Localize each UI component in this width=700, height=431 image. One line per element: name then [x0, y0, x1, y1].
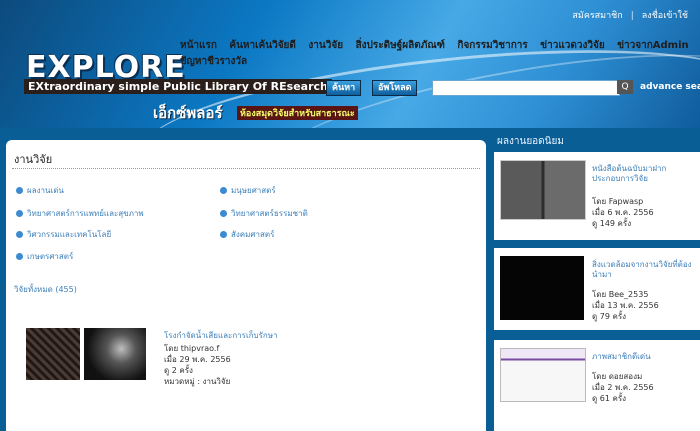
research-thumbnail[interactable]: [84, 328, 146, 380]
nav-research-news[interactable]: ข่าวแวดวงวิจัย: [540, 38, 604, 54]
login-link[interactable]: ลงชื่อเข้าใช้: [642, 11, 688, 21]
research-panel: งานวิจัย ผลงานเด่น วิทยาศาสตร์การแพทย์แล…: [6, 140, 486, 431]
panel-divider: [12, 168, 480, 169]
register-link[interactable]: สมัครสมาชิก: [572, 11, 622, 21]
search-go-icon[interactable]: Q: [617, 80, 633, 94]
popular-thumbnail[interactable]: [500, 348, 586, 402]
bullet-icon: [16, 210, 23, 217]
upload-button[interactable]: อัพโหลด: [372, 80, 418, 96]
popular-title[interactable]: ภาพสมาชิกดีเด่น: [592, 352, 696, 362]
popular-card[interactable]: ภาพสมาชิกดีเด่น โดย ดอยสองม เมื่อ 2 พ.ค.…: [494, 340, 700, 431]
divider: |: [630, 11, 634, 21]
site-thai-subtitle: ห้องสมุดวิจัยสำหรับสาธารณะ: [237, 106, 358, 120]
panel-title: งานวิจัย: [14, 153, 53, 166]
nav-admin-news[interactable]: ข่าวจากAdmin: [617, 38, 688, 54]
popular-thumbnail[interactable]: [500, 256, 584, 320]
bullet-icon: [220, 210, 227, 217]
category-label: มนุษยศาสตร์: [231, 186, 276, 195]
research-item-title[interactable]: โรงกำจัดน้ำเสียและการเก็บรักษา: [164, 329, 278, 342]
category-link[interactable]: สังคมศาสตร์: [220, 228, 274, 241]
category-label: เกษตรศาสตร์: [27, 252, 74, 261]
nav-research[interactable]: งานวิจัย: [308, 38, 343, 54]
category-link[interactable]: วิศวกรรมและเทคโนโลยี: [16, 228, 111, 241]
bullet-icon: [16, 187, 23, 194]
search-button[interactable]: ค้นหา: [326, 80, 362, 96]
popular-views: ดู 79 ครั้ง: [592, 312, 627, 321]
search-input[interactable]: [432, 80, 620, 96]
advance-search-link[interactable]: advance search: [640, 82, 700, 92]
site-tagline: EXtraordinary simple Public Library Of R…: [24, 79, 332, 94]
bullet-icon: [16, 253, 23, 260]
site-thai-logo: เอ็กซ์พลอร์: [153, 104, 223, 122]
popular-card[interactable]: หนังสือต้นฉบับมาฝาก ประกอบการวิจัย โดย F…: [494, 152, 700, 240]
bullet-icon: [16, 231, 23, 238]
nav-home[interactable]: หน้าแรก: [180, 38, 217, 54]
top-links: สมัครสมาชิก | ลงชื่อเข้าใช้: [564, 8, 688, 22]
category-label: วิทยาศาสตร์การแพทย์และสุขภาพ: [27, 209, 144, 218]
category-link[interactable]: วิทยาศาสตร์การแพทย์และสุขภาพ: [16, 207, 144, 220]
category-link[interactable]: มนุษยศาสตร์: [220, 184, 276, 197]
nav-activities[interactable]: กิจกรรมวิชาการ: [457, 38, 527, 54]
category-label: ผลงานเด่น: [27, 186, 64, 195]
popular-views: ดู 149 ครั้ง: [592, 219, 632, 228]
research-count: วิจัยทั้งหมด (455): [14, 285, 77, 294]
nav-awards[interactable]: ปัญหาชีวรางวัล: [180, 54, 247, 70]
research-item-category: หมวดหมู่ : งานวิจัย: [164, 377, 231, 386]
site-header: สมัครสมาชิก | ลงชื่อเข้าใช้ EXPLORE EXtrao…: [0, 0, 700, 128]
category-link[interactable]: ผลงานเด่น: [16, 184, 64, 197]
popular-views: ดู 61 ครั้ง: [592, 394, 627, 403]
main-nav: หน้าแรก ค้นหาเค้นวิจัยดี งานวิจัย สิ่งปร…: [180, 38, 700, 70]
popular-title[interactable]: หนังสือต้นฉบับมาฝาก ประกอบการวิจัย: [592, 164, 696, 184]
popular-heading: ผลงานยอดนิยม: [497, 136, 564, 147]
category-link[interactable]: เกษตรศาสตร์: [16, 250, 73, 263]
popular-thumbnail[interactable]: [500, 160, 586, 220]
bullet-icon: [220, 187, 227, 194]
category-link[interactable]: วิทยาศาสตร์ธรรมชาติ: [220, 207, 308, 220]
nav-inventions[interactable]: สิ่งประดิษฐ์ผลิตภัณฑ์: [356, 38, 445, 54]
category-label: วิทยาศาสตร์ธรรมชาติ: [231, 209, 308, 218]
nav-find-research[interactable]: ค้นหาเค้นวิจัยดี: [229, 38, 296, 54]
bullet-icon: [220, 231, 227, 238]
popular-card[interactable]: สิ่งแวดล้อมจากงานวิจัยที่ต้องนำมา โดย Be…: [494, 248, 700, 330]
category-label: สังคมศาสตร์: [231, 230, 275, 239]
category-label: วิศวกรรมและเทคโนโลยี: [27, 230, 112, 239]
popular-title[interactable]: สิ่งแวดล้อมจากงานวิจัยที่ต้องนำมา: [592, 260, 696, 280]
research-thumbnail[interactable]: [26, 328, 80, 380]
